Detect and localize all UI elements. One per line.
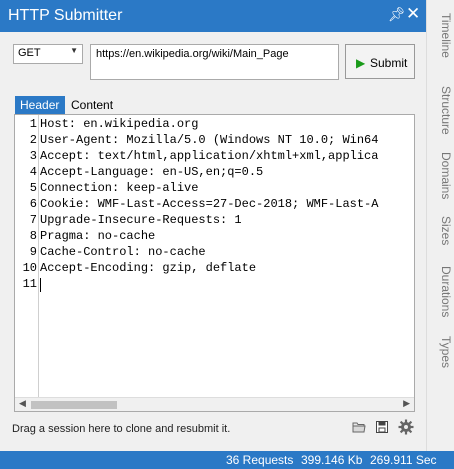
scrollbar-thumb[interactable] <box>31 401 117 409</box>
title-bar: HTTP Submitter 📌︎ ✕ <box>0 0 426 32</box>
editor-line: 5 Connection: keep-alive <box>29 181 199 195</box>
folder-icon[interactable] <box>352 421 366 433</box>
tab-content[interactable]: Content <box>71 96 131 114</box>
side-tab-durations[interactable]: Durations <box>429 262 453 322</box>
method-select[interactable]: GET ▼ <box>13 44 83 64</box>
window-title: HTTP Submitter <box>8 7 123 24</box>
status-bar: 36 Requests 399.146 Kb 269.911 Sec <box>0 451 454 469</box>
save-icon[interactable] <box>376 421 388 433</box>
play-icon: ▶ <box>356 56 366 70</box>
editor-line: 4 Accept-Language: en-US,en;q=0.5 <box>29 165 264 179</box>
tab-header[interactable]: Header <box>15 96 65 114</box>
submitter-panel: HTTP Submitter 📌︎ ✕ GET ▼ https://en.wik… <box>0 0 426 451</box>
gear-icon[interactable] <box>398 419 414 435</box>
side-tab-sizes[interactable]: Sizes <box>429 214 453 248</box>
status-time: 269.911 Sec <box>370 453 437 467</box>
text-caret <box>40 278 41 292</box>
status-requests: 36 Requests <box>226 453 294 467</box>
editor-line: 3 Accept: text/html,application/xhtml+xml… <box>29 149 379 163</box>
editor-line: 9 Cache-Control: no-cache <box>29 245 206 259</box>
editor-line: 11 <box>22 277 37 291</box>
drag-hint: Drag a session here to clone and resubmi… <box>12 423 231 435</box>
status-size: 399.146 Kb <box>301 453 363 467</box>
horizontal-scrollbar[interactable]: ◀ ▶ <box>15 397 414 411</box>
side-tab-timeline[interactable]: Timeline <box>429 8 453 62</box>
side-tabs: Timeline Structure Domains Sizes Duratio… <box>426 0 454 451</box>
submit-label: Submit <box>370 56 408 70</box>
editor-line: 8 Pragma: no-cache <box>29 229 156 243</box>
editor-line: 1 Host: en.wikipedia.org <box>29 117 199 131</box>
chevron-down-icon: ▼ <box>70 46 78 55</box>
submit-button[interactable]: ▶ Submit <box>345 44 415 79</box>
editor-line: 6 Cookie: WMF-Last-Access=27-Dec-2018; WM… <box>29 197 379 211</box>
side-tab-types[interactable]: Types <box>429 334 453 370</box>
editor-line: 2 User-Agent: Mozilla/5.0 (Windows NT 10.… <box>29 133 379 147</box>
http-submitter-window: HTTP Submitter 📌︎ ✕ GET ▼ https://en.wik… <box>0 0 454 469</box>
editor-line: 10 Accept-Encoding: gzip, deflate <box>22 261 257 275</box>
side-tab-domains[interactable]: Domains <box>429 149 453 203</box>
header-editor[interactable]: 1 Host: en.wikipedia.org 2 User-Agent: Moz… <box>14 114 415 412</box>
side-tab-structure[interactable]: Structure <box>429 82 453 138</box>
url-input[interactable]: https://en.wikipedia.org/wiki/Main_Page <box>90 44 339 80</box>
method-value: GET <box>18 47 41 59</box>
close-icon[interactable]: ✕ <box>406 4 420 24</box>
editor-line: 7 Upgrade-Insecure-Requests: 1 <box>29 213 242 227</box>
scroll-left-icon[interactable]: ◀ <box>19 398 26 409</box>
pin-icon[interactable]: 📌︎ <box>388 6 406 23</box>
scroll-right-icon[interactable]: ▶ <box>403 398 410 409</box>
